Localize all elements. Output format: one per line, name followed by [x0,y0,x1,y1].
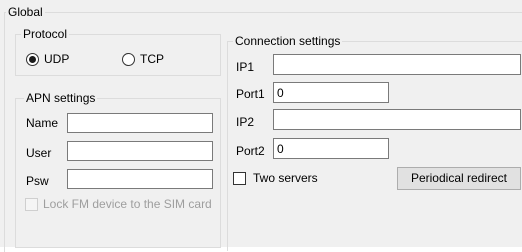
apn-user-input[interactable] [67,141,213,161]
two-servers-checkbox-label[interactable]: Two servers [253,171,318,185]
ip2-input[interactable] [273,109,521,130]
ip1-label: IP1 [236,60,255,74]
lock-sim-checkbox [25,198,38,211]
ip2-label: IP2 [236,115,255,129]
apn-password-label: Psw [26,174,49,188]
radio-selected-dot [29,56,36,63]
udp-radio-label[interactable]: UDP [44,52,69,66]
ip1-input[interactable] [273,54,521,75]
apn-user-label: User [26,146,52,160]
udp-radio[interactable] [26,53,39,66]
settings-panel: Global Protocol UDP TCP APN settings Nam… [0,0,522,252]
connection-settings-group-title: Connection settings [233,34,343,48]
apn-settings-group-title: APN settings [24,91,98,105]
apn-name-label: Name [26,116,59,130]
port1-label: Port1 [236,87,265,101]
global-group-title: Global [6,5,45,19]
tcp-radio[interactable] [122,53,135,66]
port2-label: Port2 [236,144,265,158]
lock-sim-checkbox-label: Lock FM device to the SIM card [43,197,212,211]
apn-password-input[interactable] [67,169,213,189]
protocol-group-title: Protocol [21,27,70,41]
port1-input[interactable] [273,82,389,103]
two-servers-checkbox[interactable] [233,172,246,185]
port2-input[interactable] [273,138,389,159]
apn-name-input[interactable] [67,113,213,133]
periodical-redirect-button[interactable]: Periodical redirect [397,167,521,190]
tcp-radio-label[interactable]: TCP [140,52,164,66]
